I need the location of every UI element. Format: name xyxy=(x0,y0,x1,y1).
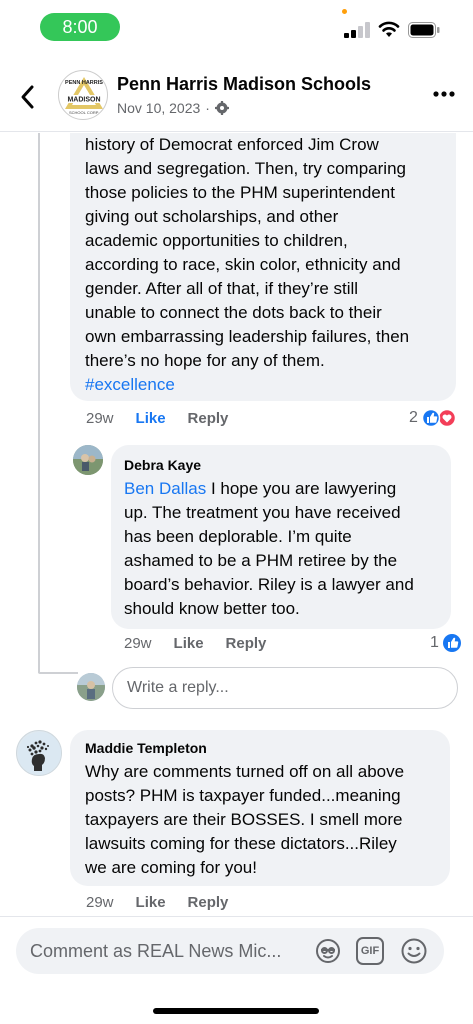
status-time: 8:00 xyxy=(40,13,120,41)
chevron-left-icon[interactable] xyxy=(18,84,38,110)
composer-placeholder: Comment as REAL News Mic... xyxy=(30,941,282,961)
meta-separator: · xyxy=(205,100,210,116)
post-meta: Nov 10, 2023 · xyxy=(117,100,229,116)
thread-line xyxy=(38,133,40,673)
emoji-icon[interactable] xyxy=(400,937,428,965)
reaction-count: 2 xyxy=(409,409,418,426)
cellular-signal-icon xyxy=(344,22,370,38)
comment-text: Why are comments turned off on all above… xyxy=(85,762,405,877)
comment-composer[interactable]: Comment as REAL News Mic... GIF xyxy=(16,928,444,974)
svg-text:PENN HARRIS: PENN HARRIS xyxy=(65,80,103,86)
reply-input-placeholder: Write a reply... xyxy=(127,679,229,696)
reply-button[interactable]: Reply xyxy=(188,894,229,911)
commenter-avatar[interactable] xyxy=(16,730,62,776)
comment-bubble[interactable]: Maddie Templeton Why are comments turned… xyxy=(70,730,450,886)
status-bar: 8:00 xyxy=(0,0,473,56)
current-user-avatar xyxy=(77,673,105,701)
comment-time: 29w xyxy=(86,894,114,911)
reaction-summary[interactable]: 2 xyxy=(409,408,457,428)
post-date[interactable]: Nov 10, 2023 xyxy=(117,100,200,116)
reactions-icon xyxy=(421,408,457,428)
reply-button[interactable]: Reply xyxy=(226,635,267,652)
gif-icon[interactable]: GIF xyxy=(356,937,384,965)
comment-actions: 29w Like Reply xyxy=(86,410,250,427)
battery-icon xyxy=(408,22,440,38)
school-logo-icon: PENN HARRIS MADISON SCHOOL CORP. xyxy=(65,77,103,115)
like-button[interactable]: Like xyxy=(174,635,204,652)
reply-button[interactable]: Reply xyxy=(188,410,229,427)
avatar-sticker-icon[interactable] xyxy=(314,937,342,965)
reply-bubble[interactable]: Debra Kaye Ben Dallas I hope you are law… xyxy=(111,445,451,629)
privacy-indicator-dot xyxy=(342,9,347,14)
reaction-summary[interactable]: 1 xyxy=(430,633,462,653)
commenter-avatar[interactable] xyxy=(73,445,103,475)
wifi-icon xyxy=(378,21,400,37)
comment-actions: 29w Like Reply xyxy=(86,894,250,911)
hashtag-link[interactable]: #excellence xyxy=(85,373,409,397)
globe-icon xyxy=(214,101,229,115)
comment-time: 29w xyxy=(86,410,114,427)
svg-text:MADISON: MADISON xyxy=(67,97,100,104)
avatar-photo-icon xyxy=(77,673,105,701)
page-logo[interactable]: PENN HARRIS MADISON SCHOOL CORP. xyxy=(58,70,108,120)
reply-actions: 29w Like Reply xyxy=(124,635,288,652)
like-reaction-icon xyxy=(442,634,461,652)
thread-connector xyxy=(38,672,78,674)
comment-author[interactable]: Maddie Templeton xyxy=(85,740,207,756)
comment-bubble[interactable]: history of Democrat enforced Jim Crow la… xyxy=(70,133,456,401)
avatar-photo-icon xyxy=(73,445,103,475)
reply-input[interactable]: Write a reply... xyxy=(112,667,458,709)
comment-author[interactable]: Debra Kaye xyxy=(124,457,201,473)
comment-text: history of Democrat enforced Jim Crow la… xyxy=(85,133,409,397)
home-indicator[interactable] xyxy=(153,1008,319,1014)
like-button[interactable]: Like xyxy=(136,894,166,911)
more-icon[interactable] xyxy=(432,90,456,98)
avatar-art-icon xyxy=(18,732,61,775)
comment-time: 29w xyxy=(124,635,152,652)
like-button[interactable]: Like xyxy=(136,410,166,427)
reply-text: Ben Dallas I hope you are lawyering up. … xyxy=(124,479,414,618)
reaction-count: 1 xyxy=(430,634,439,651)
svg-text:SCHOOL CORP.: SCHOOL CORP. xyxy=(69,110,99,115)
mention-link[interactable]: Ben Dallas xyxy=(124,479,206,498)
composer-divider xyxy=(0,916,473,917)
post-header: PENN HARRIS MADISON SCHOOL CORP. Penn Ha… xyxy=(0,62,473,132)
page-name[interactable]: Penn Harris Madison Schools xyxy=(117,74,371,95)
